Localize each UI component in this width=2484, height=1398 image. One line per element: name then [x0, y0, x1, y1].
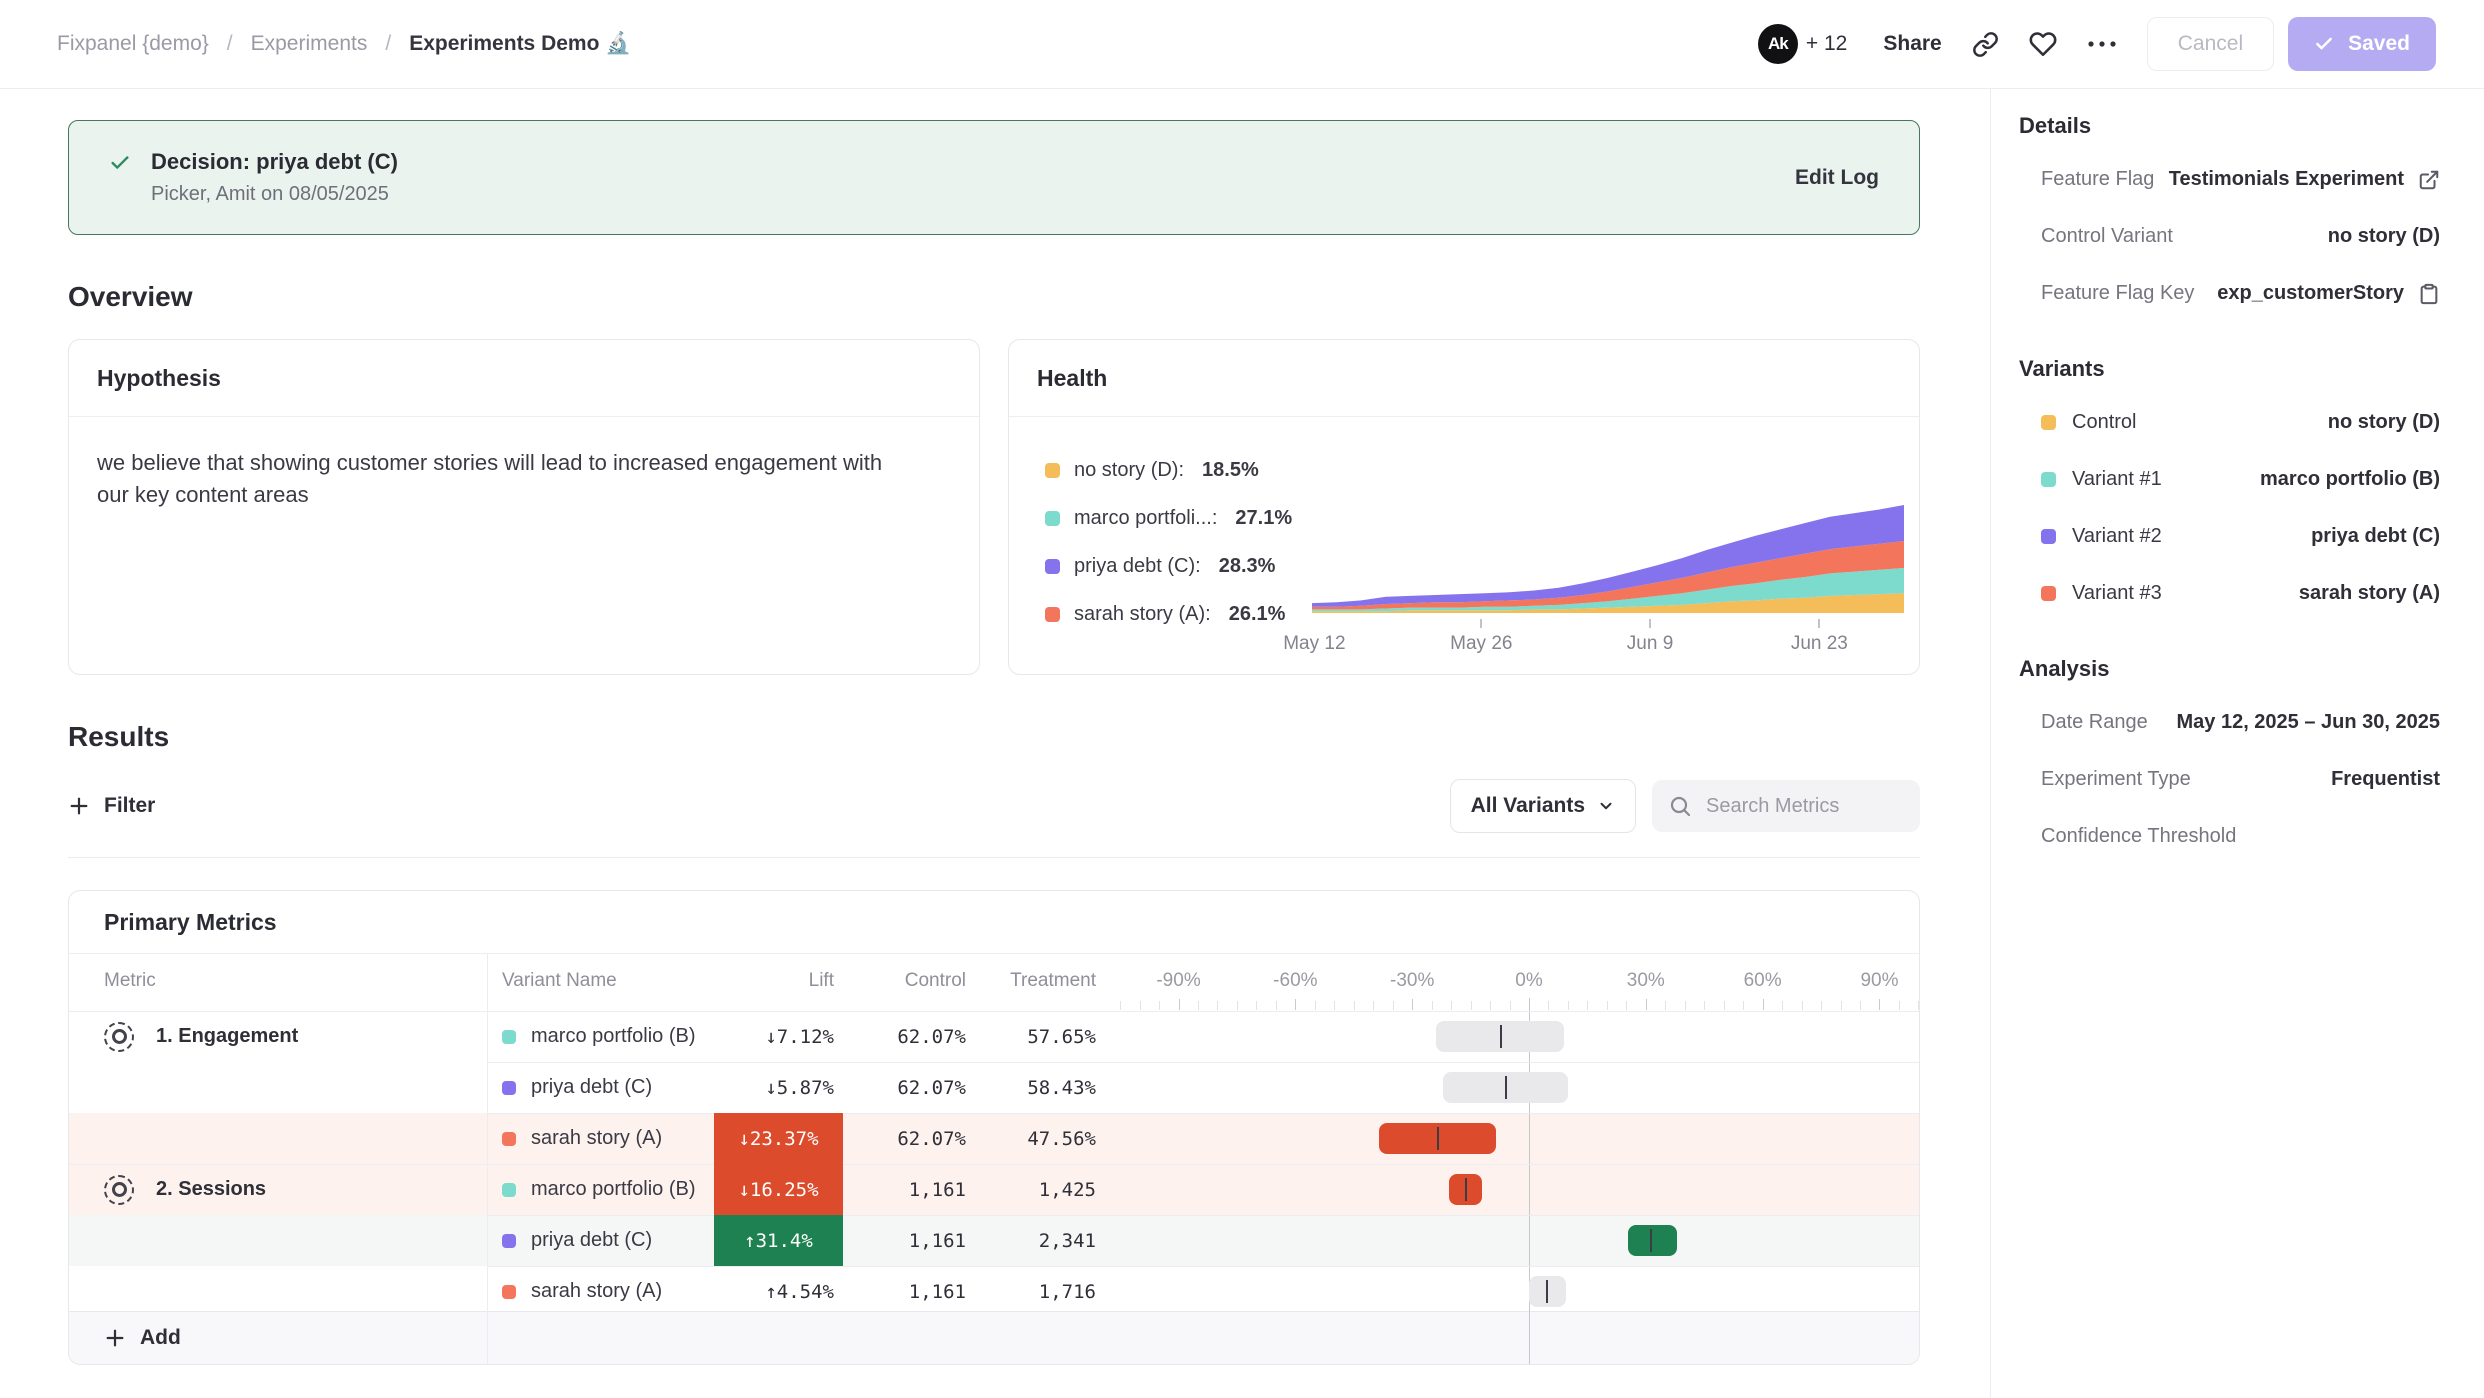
hypothesis-card: Hypothesis we believe that showing custo… — [68, 339, 980, 675]
decision-check-icon — [109, 152, 131, 174]
overview-heading: Overview — [68, 281, 1920, 313]
more-options-icon[interactable] — [2087, 39, 2117, 49]
variants-heading: Variants — [2019, 356, 2440, 382]
add-filter-button[interactable]: Filter — [68, 794, 155, 818]
table-row[interactable]: marco portfolio (B) ↓7.12% 62.07% 57.65% — [69, 1011, 1919, 1062]
avatar[interactable]: Ak — [1758, 24, 1798, 64]
avatar-overflow-count[interactable]: + 12 — [1806, 32, 1847, 56]
variant-swatch — [502, 1183, 516, 1197]
health-card-title: Health — [1009, 340, 1919, 417]
variant-swatch — [502, 1285, 516, 1299]
variant-swatch — [502, 1030, 516, 1044]
chevron-down-icon — [1597, 797, 1615, 815]
variant-swatch — [2041, 586, 2056, 601]
lift-badge-positive: ↑31.4% — [714, 1215, 843, 1266]
variant-row-2: Variant #2 priya debt (C) — [2019, 508, 2440, 565]
cancel-button[interactable]: Cancel — [2147, 17, 2274, 71]
variant-row-1: Variant #1 marco portfolio (B) — [2019, 451, 2440, 508]
metric-target-icon — [104, 1175, 134, 1205]
legend-item: priya debt (C):28.3% — [1045, 555, 1299, 578]
divider — [68, 857, 1920, 858]
detail-row-control-variant: Control Variant no story (D) — [2019, 208, 2440, 265]
legend-swatch — [1045, 463, 1060, 478]
legend-swatch — [1045, 511, 1060, 526]
topbar-actions: Ak + 12 Share Cancel Saved — [1758, 17, 2436, 71]
main-content: Decision: priya debt (C) Picker, Amit on… — [0, 89, 1990, 1398]
detail-row-feature-flag-key: Feature Flag Key exp_customerStory — [2019, 265, 2440, 322]
analysis-row-confidence-threshold: Confidence Threshold — [2019, 808, 2440, 865]
legend-swatch — [1045, 607, 1060, 622]
saved-button[interactable]: Saved — [2288, 17, 2436, 71]
hypothesis-card-title: Hypothesis — [69, 340, 979, 417]
experiment-page: Fixpanel {demo} / Experiments / Experime… — [0, 0, 2484, 1398]
decision-subtitle: Picker, Amit on 08/05/2025 — [151, 183, 398, 206]
table-column-header: Metric Variant Name Lift Control Treatme… — [69, 954, 1919, 1011]
health-chart: May 12May 26Jun 9Jun 23 — [1299, 417, 1919, 675]
decision-banner: Decision: priya debt (C) Picker, Amit on… — [68, 120, 1920, 235]
check-icon — [2314, 34, 2334, 54]
variant-swatch — [2041, 529, 2056, 544]
analysis-row-experiment-type: Experiment Type Frequentist — [2019, 751, 2440, 808]
breadcrumb-experiments[interactable]: Experiments — [251, 32, 368, 56]
health-chart-x-axis: May 12May 26Jun 9Jun 23 — [1312, 623, 1904, 657]
lift-badge-negative: ↓16.25% — [714, 1164, 843, 1215]
variant-swatch — [2041, 415, 2056, 430]
edit-log-button[interactable]: Edit Log — [1795, 166, 1879, 190]
metric-target-icon — [104, 1022, 134, 1052]
breadcrumb-project[interactable]: Fixpanel {demo} — [57, 32, 209, 56]
legend-item: no story (D):18.5% — [1045, 459, 1299, 482]
health-legend: no story (D):18.5% marco portfoli...:27.… — [1009, 417, 1299, 675]
search-metrics-input[interactable] — [1704, 794, 1898, 819]
detail-row-feature-flag: Feature Flag Testimonials Experiment — [2019, 151, 2440, 208]
primary-metrics-card: Primary Metrics Metric Variant Name Lift… — [68, 890, 1920, 1365]
results-heading: Results — [68, 721, 1920, 753]
legend-item: marco portfoli...:27.1% — [1045, 507, 1299, 530]
breadcrumb: Fixpanel {demo} / Experiments / Experime… — [57, 32, 631, 56]
copy-link-icon[interactable] — [1972, 31, 1999, 58]
search-icon — [1668, 794, 1692, 818]
share-button[interactable]: Share — [1883, 32, 1941, 56]
details-sidebar: Details Feature Flag Testimonials Experi… — [1990, 89, 2484, 1398]
variant-swatch — [502, 1234, 516, 1248]
hypothesis-text: we believe that showing customer stories… — [69, 417, 979, 511]
metrics-search — [1652, 780, 1920, 832]
table-row[interactable]: priya debt (C) ↓5.87% 62.07% 58.43% — [69, 1062, 1919, 1113]
breadcrumb-separator: / — [385, 32, 391, 56]
add-metric-button[interactable]: Add — [69, 1311, 1919, 1364]
clipboard-copy-icon[interactable] — [2418, 283, 2440, 305]
analysis-row-date-range: Date Range May 12, 2025 – Jun 30, 2025 — [2019, 694, 2440, 751]
breadcrumb-separator: / — [227, 32, 233, 56]
table-row[interactable]: marco portfolio (B) ↓16.25% 1,161 1,425 — [69, 1164, 1919, 1215]
plus-icon — [104, 1327, 126, 1349]
plus-icon — [68, 795, 90, 817]
legend-item: sarah story (A):26.1% — [1045, 603, 1299, 626]
top-bar: Fixpanel {demo} / Experiments / Experime… — [0, 0, 2484, 89]
decision-title: Decision: priya debt (C) — [151, 149, 398, 175]
primary-metrics-title: Primary Metrics — [69, 891, 1919, 954]
metric-group-engagement[interactable]: 1. Engagement — [104, 1011, 298, 1062]
variant-swatch — [502, 1081, 516, 1095]
details-heading: Details — [2019, 113, 2440, 139]
metric-group-sessions[interactable]: 2. Sessions — [104, 1164, 266, 1215]
table-row[interactable]: sarah story (A) ↓23.37% 62.07% 47.56% — [69, 1113, 1919, 1164]
axis-tick-strip — [69, 997, 1919, 1011]
external-link-icon[interactable] — [2418, 169, 2440, 191]
variant-swatch — [2041, 472, 2056, 487]
health-card: Health no story (D):18.5% marco portfoli… — [1008, 339, 1920, 675]
breadcrumb-current: Experiments Demo 🔬 — [409, 32, 631, 56]
metric-rows: 1. Engagement 2. Sessions marco portfoli… — [69, 1011, 1919, 1317]
analysis-heading: Analysis — [2019, 656, 2440, 682]
variant-swatch — [502, 1132, 516, 1146]
legend-swatch — [1045, 559, 1060, 574]
variant-filter-dropdown[interactable]: All Variants — [1450, 779, 1636, 833]
lift-badge-negative: ↓23.37% — [714, 1113, 843, 1164]
table-row[interactable]: sarah story (A) ↑4.54% 1,161 1,716 — [69, 1266, 1919, 1317]
favorite-heart-icon[interactable] — [2029, 30, 2057, 58]
table-row[interactable]: priya debt (C) ↑31.4% 1,161 2,341 — [69, 1215, 1919, 1266]
variant-row-control: Control no story (D) — [2019, 394, 2440, 451]
variant-row-3: Variant #3 sarah story (A) — [2019, 565, 2440, 622]
